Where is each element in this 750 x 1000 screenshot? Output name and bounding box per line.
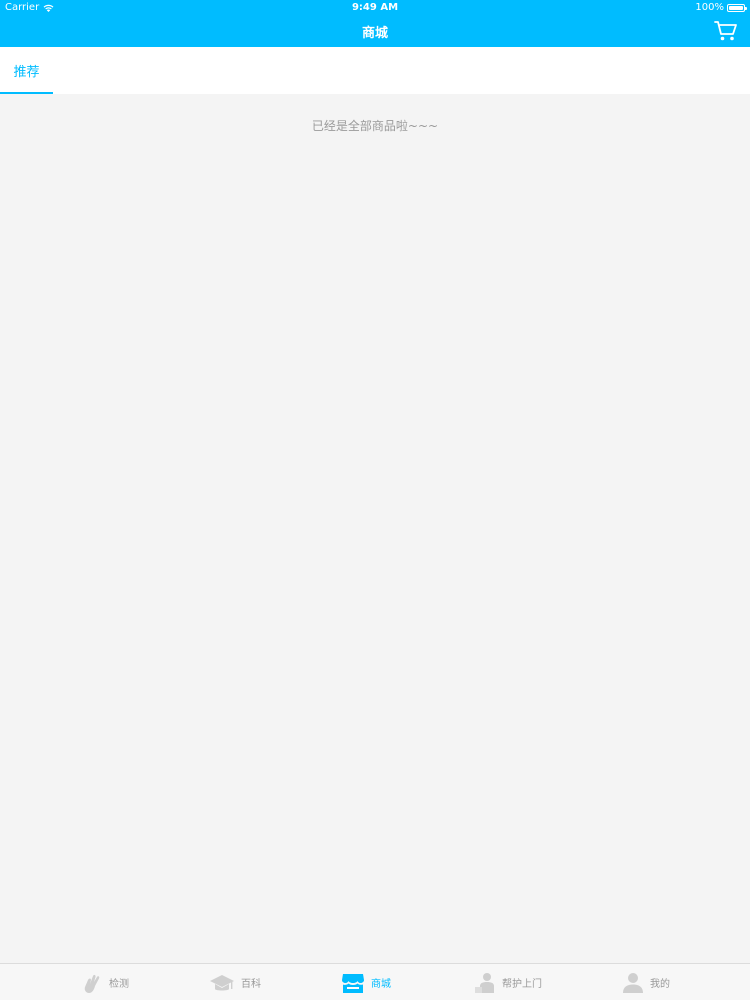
page-title: 商城 (361, 26, 388, 41)
battery-percent: 100% (695, 2, 724, 13)
store-icon (342, 973, 364, 993)
tab-label: 我的 (650, 979, 670, 990)
status-bar: Carrier 9:49 AM 100% (0, 0, 750, 16)
detect-icon (84, 974, 100, 993)
tab-detect[interactable]: 检测 (83, 964, 129, 1000)
user-icon (623, 972, 643, 993)
tab-label: 商城 (371, 979, 391, 990)
tab-mall[interactable]: 商城 (341, 964, 391, 1000)
battery-group: 100% (695, 2, 747, 13)
tab-encyclopedia[interactable]: 百科 (209, 964, 261, 1000)
category-tabs: 推荐 (0, 47, 750, 94)
tab-active-indicator (0, 92, 53, 94)
home-care-icon (475, 972, 494, 993)
graduation-cap-icon (210, 974, 234, 990)
tab-label: 推荐 (13, 65, 40, 80)
cart-icon (714, 21, 737, 41)
bottom-tab-bar: 检测 百科 商城 帮护上门 我的 (0, 963, 750, 1000)
tab-label: 百科 (241, 979, 261, 990)
tab-label: 检测 (109, 979, 129, 990)
battery-icon (727, 3, 747, 12)
cart-button[interactable] (714, 20, 738, 42)
navigation-bar: 商城 (0, 16, 750, 47)
tab-recommended[interactable]: 推荐 (0, 47, 53, 94)
tab-home-care[interactable]: 帮护上门 (474, 964, 542, 1000)
clock: 9:49 AM (351, 2, 399, 13)
end-of-list-message: 已经是全部商品啦~~~ (311, 119, 439, 133)
tab-label: 帮护上门 (502, 979, 542, 990)
tab-profile[interactable]: 我的 (622, 964, 670, 1000)
